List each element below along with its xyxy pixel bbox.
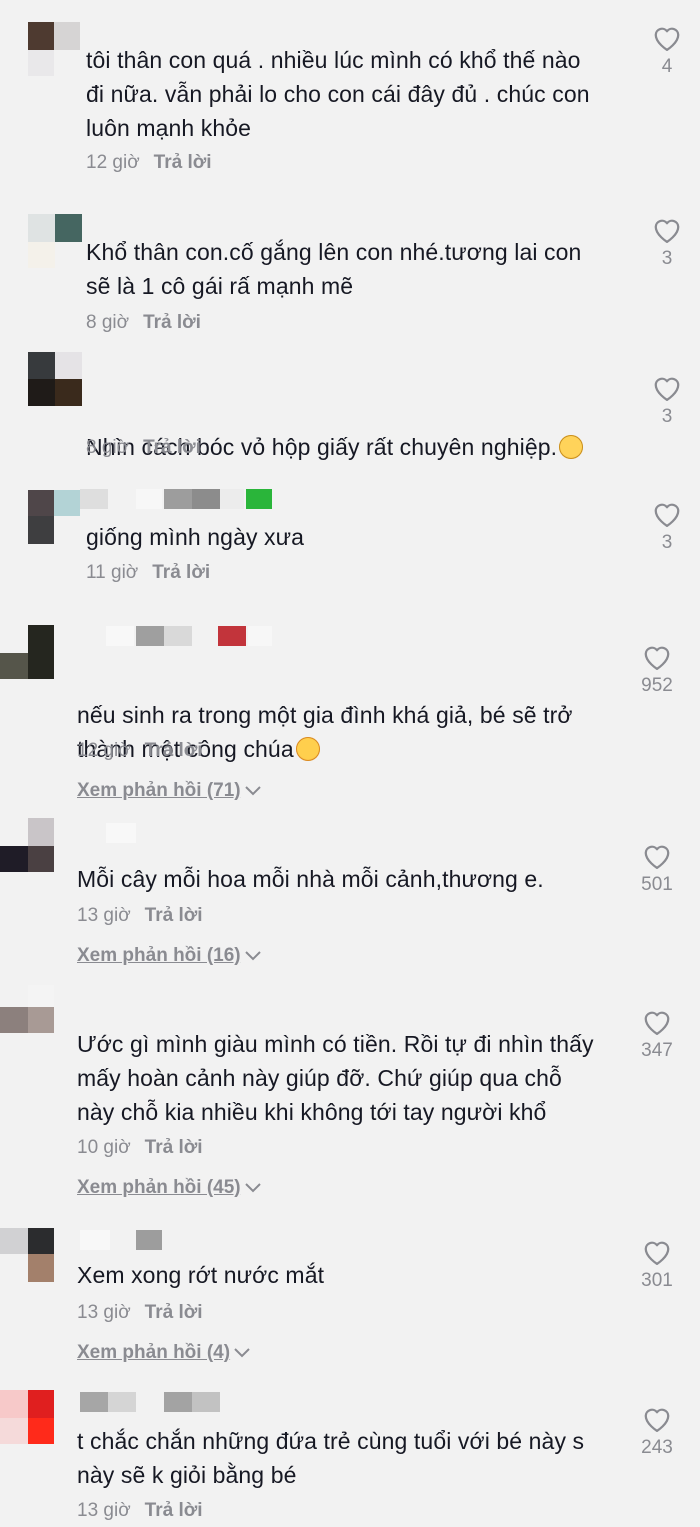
- comment-meta: 11 giờ Trả lời: [86, 562, 210, 584]
- avatar[interactable]: [28, 214, 86, 274]
- avatar[interactable]: [0, 818, 58, 878]
- view-replies-button[interactable]: Xem phản hồi (45): [77, 1177, 261, 1199]
- comment-time: 13 giờ: [77, 905, 131, 926]
- reply-button[interactable]: Trả lời: [152, 562, 210, 583]
- like-button[interactable]: 4: [637, 24, 697, 78]
- like-count: 3: [661, 532, 673, 553]
- avatar[interactable]: [28, 352, 86, 412]
- view-replies-button[interactable]: Xem phản hồi (4): [77, 1342, 250, 1364]
- heart-icon: [654, 503, 680, 527]
- comment-meta: 13 giờ Trả lời: [77, 905, 203, 927]
- comment-text: Xem xong rớt nước mắt: [77, 1262, 325, 1288]
- avatar[interactable]: [0, 985, 58, 1045]
- view-replies-label: Xem phản hồi (16): [77, 945, 241, 966]
- view-replies-button[interactable]: Xem phản hồi (71): [77, 780, 261, 802]
- chevron-down-icon: [244, 780, 261, 802]
- view-replies-label: Xem phản hồi (45): [77, 1177, 241, 1198]
- pleading-face-emoji: [559, 435, 584, 459]
- like-button[interactable]: 501: [627, 842, 687, 896]
- reply-button[interactable]: Trả lời: [145, 740, 203, 761]
- comment-text: t chắc chắn những đứa trẻ cùng tuổi với …: [77, 1428, 585, 1488]
- comment-time: 12 giờ: [86, 152, 140, 173]
- reply-button[interactable]: Trả lời: [145, 1500, 203, 1521]
- chevron-down-icon: [244, 1177, 261, 1199]
- heart-icon: [654, 219, 680, 243]
- like-count: 243: [641, 1437, 673, 1458]
- comment-meta: 13 giờ Trả lời: [77, 1500, 203, 1522]
- comment-meta: 10 giờ Trả lời: [77, 1137, 203, 1159]
- comment-text: giống mình ngày xưa: [86, 524, 305, 550]
- comment-time: 13 giờ: [77, 1302, 131, 1323]
- heart-icon: [644, 1241, 670, 1265]
- reply-button[interactable]: Trả lời: [154, 152, 212, 173]
- like-count: 4: [661, 56, 673, 77]
- chevron-down-icon: [234, 1342, 250, 1364]
- comment-time: 10 giờ: [77, 1137, 131, 1158]
- comment-meta: 8 giờ Trả lời: [86, 437, 201, 459]
- comment-time: 13 giờ: [77, 1500, 131, 1521]
- view-replies-label: Xem phản hồi (4): [77, 1342, 231, 1363]
- comment-time: 12 giờ: [77, 740, 131, 761]
- heart-icon: [644, 1011, 670, 1035]
- comment-meta: 13 giờ Trả lời: [77, 1302, 203, 1324]
- like-button[interactable]: 952: [627, 643, 687, 697]
- like-count: 301: [641, 1270, 673, 1291]
- comment-text: Khổ thân con.cố gắng lên con nhé.tương l…: [86, 239, 582, 299]
- heart-icon: [644, 646, 670, 670]
- comment-time: 11 giờ: [86, 562, 139, 583]
- view-replies-button[interactable]: Xem phản hồi (16): [77, 945, 261, 967]
- reply-button[interactable]: Trả lời: [145, 1137, 203, 1158]
- avatar[interactable]: [0, 1228, 58, 1288]
- avatar[interactable]: [0, 1390, 58, 1450]
- comment-meta: 12 giờ Trả lời: [86, 152, 212, 174]
- like-button[interactable]: 347: [627, 1008, 687, 1062]
- reply-button[interactable]: Trả lời: [145, 905, 203, 926]
- like-button[interactable]: 301: [627, 1238, 687, 1292]
- smiling-face-with-hearts-emoji: [295, 737, 320, 761]
- heart-icon: [644, 845, 670, 869]
- reply-button[interactable]: Trả lời: [145, 1302, 203, 1323]
- chevron-down-icon: [244, 945, 261, 967]
- avatar[interactable]: [28, 490, 86, 550]
- like-count: 3: [661, 406, 673, 427]
- avatar[interactable]: [28, 22, 86, 82]
- heart-icon: [644, 1408, 670, 1432]
- reply-button[interactable]: Trả lời: [143, 437, 201, 458]
- comment-text: Mỗi cây mỗi hoa mỗi nhà mỗi cảnh,thương …: [77, 866, 544, 892]
- avatar[interactable]: [0, 625, 58, 685]
- view-replies-label: Xem phản hồi (71): [77, 780, 241, 801]
- heart-icon: [654, 377, 680, 401]
- comment-text: Ước gì mình giàu mình có tiền. Rồi tự đi…: [77, 1031, 594, 1125]
- comment-meta: 12 giờ Trả lời: [77, 740, 203, 762]
- heart-icon: [654, 27, 680, 51]
- like-count: 3: [661, 248, 673, 269]
- like-button[interactable]: 3: [637, 216, 697, 270]
- comment-meta: 8 giờ Trả lời: [86, 312, 201, 334]
- comment-time: 8 giờ: [86, 437, 130, 458]
- like-count: 952: [641, 675, 673, 696]
- comment-time: 8 giờ: [86, 312, 130, 333]
- like-button[interactable]: 243: [627, 1405, 687, 1459]
- like-count: 347: [641, 1040, 673, 1061]
- like-count: 501: [641, 874, 673, 895]
- like-button[interactable]: 3: [637, 500, 697, 554]
- comment-text: tôi thân con quá . nhiều lúc mình có khổ…: [86, 47, 590, 141]
- reply-button[interactable]: Trả lời: [143, 312, 201, 333]
- like-button[interactable]: 3: [637, 374, 697, 428]
